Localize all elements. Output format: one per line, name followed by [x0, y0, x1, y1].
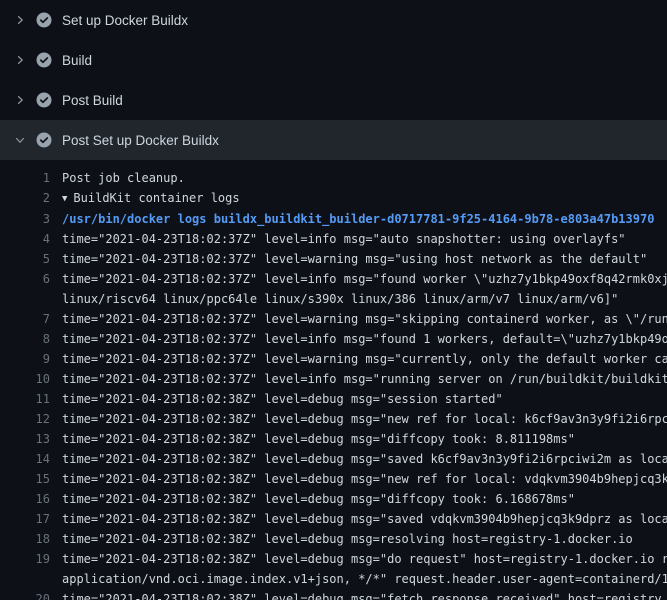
log-line: 4 time="2021-04-23T18:02:37Z" level=info…: [0, 229, 667, 249]
log-line: 2 ▼BuildKit container logs: [0, 188, 667, 209]
chevron-icon: [14, 54, 26, 66]
step-list: Set up Docker Buildx Build P: [0, 0, 667, 160]
step-header-build[interactable]: Build: [0, 40, 667, 80]
log-line: 18 time="2021-04-23T18:02:38Z" level=deb…: [0, 529, 667, 549]
line-number[interactable]: 20: [0, 589, 50, 600]
chevron-icon: [14, 14, 26, 26]
log-line: 9 time="2021-04-23T18:02:37Z" level=warn…: [0, 349, 667, 369]
check-circle-icon: [36, 12, 52, 28]
log-line: 10 time="2021-04-23T18:02:37Z" level=inf…: [0, 369, 667, 389]
line-number[interactable]: 8: [0, 329, 50, 349]
line-number[interactable]: 15: [0, 469, 50, 489]
log-line: 5 time="2021-04-23T18:02:37Z" level=warn…: [0, 249, 667, 269]
line-number[interactable]: 12: [0, 409, 50, 429]
log-line: 17 time="2021-04-23T18:02:38Z" level=deb…: [0, 509, 667, 529]
log-text: time="2021-04-23T18:02:38Z" level=debug …: [62, 589, 667, 600]
line-number[interactable]: 9: [0, 349, 50, 369]
log-line: 13 time="2021-04-23T18:02:38Z" level=deb…: [0, 429, 667, 449]
log-output: 1 Post job cleanup. 2 ▼BuildKit containe…: [0, 160, 667, 600]
line-number[interactable]: 11: [0, 389, 50, 409]
group-toggle-icon[interactable]: ▼: [62, 189, 67, 209]
log-text: time="2021-04-23T18:02:37Z" level=info m…: [62, 269, 667, 309]
line-number[interactable]: 4: [0, 229, 50, 249]
log-line: 12 time="2021-04-23T18:02:38Z" level=deb…: [0, 409, 667, 429]
log-line: 8 time="2021-04-23T18:02:37Z" level=info…: [0, 329, 667, 349]
log-text: time="2021-04-23T18:02:38Z" level=debug …: [62, 549, 667, 589]
log-line: 14 time="2021-04-23T18:02:38Z" level=deb…: [0, 449, 667, 469]
log-text: Post job cleanup.: [62, 168, 667, 188]
step-header-post-set-up-docker-buildx[interactable]: Post Set up Docker Buildx: [0, 120, 667, 160]
log-text: time="2021-04-23T18:02:38Z" level=debug …: [62, 469, 667, 489]
line-number[interactable]: 13: [0, 429, 50, 449]
log-line: 11 time="2021-04-23T18:02:38Z" level=deb…: [0, 389, 667, 409]
check-circle-icon: [36, 52, 52, 68]
step-header-post-build[interactable]: Post Build: [0, 80, 667, 120]
step-label: Build: [62, 53, 92, 68]
log-text: time="2021-04-23T18:02:38Z" level=debug …: [62, 509, 667, 529]
line-number[interactable]: 18: [0, 529, 50, 549]
log-text: time="2021-04-23T18:02:37Z" level=info m…: [62, 329, 667, 349]
chevron-icon: [14, 134, 26, 146]
log-text: time="2021-04-23T18:02:38Z" level=debug …: [62, 529, 667, 549]
log-text: time="2021-04-23T18:02:38Z" level=debug …: [62, 429, 667, 449]
line-number[interactable]: 7: [0, 309, 50, 329]
log-text: time="2021-04-23T18:02:37Z" level=info m…: [62, 229, 667, 249]
log-text: time="2021-04-23T18:02:38Z" level=debug …: [62, 449, 667, 469]
line-number[interactable]: 16: [0, 489, 50, 509]
line-number[interactable]: 2: [0, 188, 50, 208]
step-header-set-up-docker-buildx[interactable]: Set up Docker Buildx: [0, 0, 667, 40]
line-number[interactable]: 6: [0, 269, 50, 289]
log-text: time="2021-04-23T18:02:37Z" level=info m…: [62, 369, 667, 389]
log-line: 15 time="2021-04-23T18:02:38Z" level=deb…: [0, 469, 667, 489]
line-number[interactable]: 3: [0, 209, 50, 229]
chevron-icon: [14, 94, 26, 106]
log-text: time="2021-04-23T18:02:38Z" level=debug …: [62, 389, 667, 409]
log-text: time="2021-04-23T18:02:38Z" level=debug …: [62, 409, 667, 429]
log-line: 19 time="2021-04-23T18:02:38Z" level=deb…: [0, 549, 667, 589]
actions-log-panel: Set up Docker Buildx Build P: [0, 0, 667, 600]
log-text[interactable]: ▼BuildKit container logs: [62, 188, 667, 209]
log-line: 6 time="2021-04-23T18:02:37Z" level=info…: [0, 269, 667, 309]
step-label: Post Build: [62, 93, 123, 108]
log-line: 20 time="2021-04-23T18:02:38Z" level=deb…: [0, 589, 667, 600]
step-label: Post Set up Docker Buildx: [62, 133, 219, 148]
line-number[interactable]: 5: [0, 249, 50, 269]
step-label: Set up Docker Buildx: [62, 13, 188, 28]
log-text: time="2021-04-23T18:02:37Z" level=warnin…: [62, 249, 667, 269]
check-circle-icon: [36, 92, 52, 108]
line-number[interactable]: 10: [0, 369, 50, 389]
log-line: 7 time="2021-04-23T18:02:37Z" level=warn…: [0, 309, 667, 329]
check-circle-icon: [36, 132, 52, 148]
log-line: 1 Post job cleanup.: [0, 168, 667, 188]
log-line: 16 time="2021-04-23T18:02:38Z" level=deb…: [0, 489, 667, 509]
log-text: time="2021-04-23T18:02:38Z" level=debug …: [62, 489, 667, 509]
line-number[interactable]: 1: [0, 168, 50, 188]
line-number[interactable]: 14: [0, 449, 50, 469]
line-number[interactable]: 19: [0, 549, 50, 569]
log-text: time="2021-04-23T18:02:37Z" level=warnin…: [62, 309, 667, 329]
log-text: /usr/bin/docker logs buildx_buildkit_bui…: [62, 209, 667, 229]
log-line: 3 /usr/bin/docker logs buildx_buildkit_b…: [0, 209, 667, 229]
log-text: time="2021-04-23T18:02:37Z" level=warnin…: [62, 349, 667, 369]
line-number[interactable]: 17: [0, 509, 50, 529]
